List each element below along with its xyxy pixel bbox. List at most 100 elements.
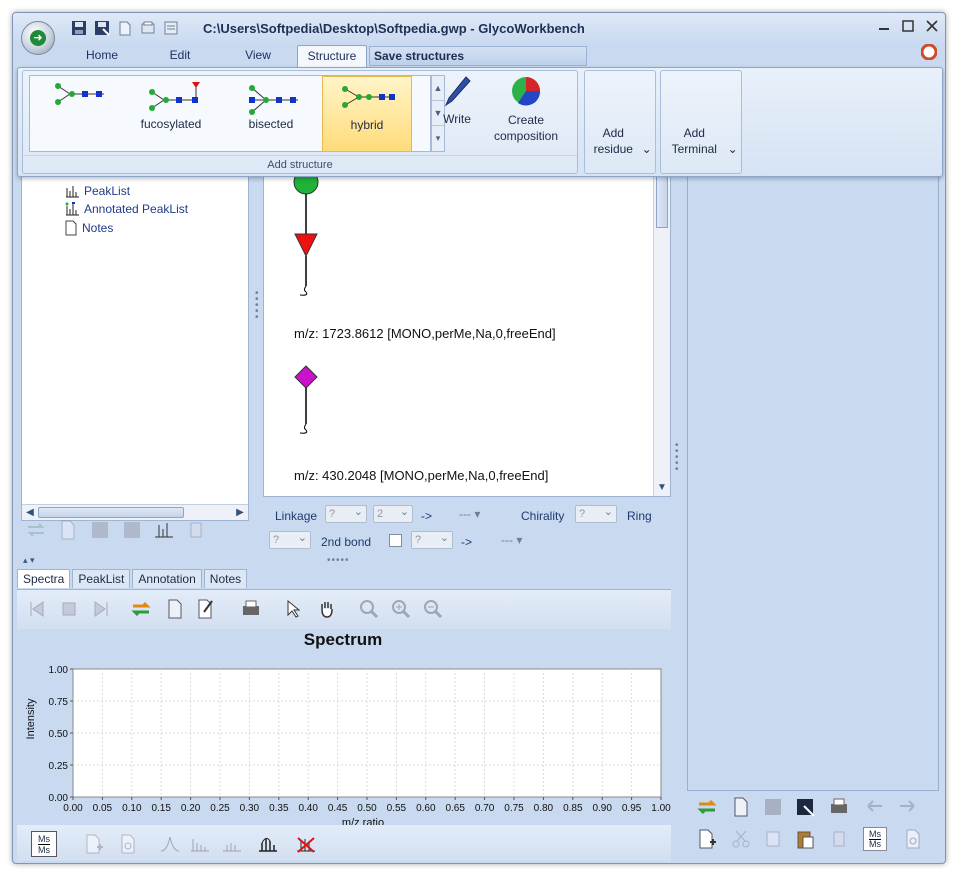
print-preview-icon[interactable] xyxy=(138,18,157,37)
save-as-icon[interactable] xyxy=(793,795,817,819)
refresh-icon[interactable] xyxy=(695,795,719,819)
application-menu-button[interactable]: ➜ xyxy=(21,21,55,55)
sialic-acid-residue[interactable] xyxy=(294,365,318,389)
open-icon[interactable] xyxy=(115,18,134,37)
previous-icon[interactable] xyxy=(25,597,49,621)
tree-item-peaklist[interactable]: PeakList xyxy=(64,184,130,198)
tab-spectra[interactable]: Spectra xyxy=(17,569,71,588)
gallery-item-fucosylated[interactable]: fucosylated xyxy=(126,76,216,152)
preview-icon[interactable] xyxy=(901,827,925,851)
print-icon[interactable] xyxy=(239,597,263,621)
canvas-vertical-scrollbar[interactable]: ▼ xyxy=(653,168,670,496)
zoom-out-icon[interactable] xyxy=(421,597,445,621)
chevron-down-icon[interactable]: ▼ xyxy=(654,480,670,496)
refresh-icon[interactable] xyxy=(25,519,47,541)
scrollbar-thumb[interactable] xyxy=(656,168,668,228)
splitter-handle[interactable]: ••••• xyxy=(255,289,261,323)
msms-icon[interactable]: Ms Ms xyxy=(31,831,57,857)
scrollbar-thumb[interactable] xyxy=(38,507,184,518)
multi-peak-icon[interactable] xyxy=(187,831,213,857)
x-tick-label: 0.75 xyxy=(504,803,524,814)
cut-icon[interactable] xyxy=(729,827,753,851)
zoom-icon[interactable] xyxy=(357,597,381,621)
gallery-item-bisected[interactable]: bisected xyxy=(226,76,316,152)
position-select[interactable]: 2 xyxy=(373,504,413,523)
peak-picking-icon[interactable] xyxy=(255,831,281,857)
second-parent-select[interactable]: --- ▾ xyxy=(501,533,522,547)
tab-annotation[interactable]: Annotation xyxy=(132,569,202,588)
tab-peaklist[interactable]: PeakList xyxy=(72,569,131,588)
tab-edit[interactable]: Edit xyxy=(141,45,219,67)
properties-icon[interactable] xyxy=(161,18,180,37)
maximize-icon[interactable] xyxy=(901,19,915,33)
write-button[interactable]: Write xyxy=(437,75,477,126)
next-icon[interactable] xyxy=(89,597,113,621)
splitter-handle[interactable]: ••••• xyxy=(327,555,350,566)
chirality-select[interactable]: ? xyxy=(575,504,617,523)
tab-structure[interactable]: Structure xyxy=(297,45,367,67)
new-document-icon[interactable] xyxy=(57,519,79,541)
second-bond-checkbox[interactable] xyxy=(389,534,402,547)
msms-icon[interactable]: Ms Ms xyxy=(863,827,887,851)
add-terminal-button[interactable]: Add Terminal ⌄ xyxy=(660,70,742,174)
open-icon[interactable] xyxy=(729,795,753,819)
centroid-peak-icon[interactable] xyxy=(219,831,245,857)
print-icon[interactable] xyxy=(827,795,851,819)
window-title: C:\Users\Softpedia\Desktop\Softpedia.gwp… xyxy=(203,21,585,36)
fucose-residue[interactable] xyxy=(294,233,318,258)
gallery-item-core[interactable] xyxy=(32,76,122,152)
anomer-select[interactable]: ? xyxy=(325,504,367,523)
save-as-icon[interactable] xyxy=(121,519,143,541)
scroll-icon[interactable] xyxy=(185,519,207,541)
tree-horizontal-scrollbar[interactable]: ◀ ▶ xyxy=(22,504,248,520)
tree-item-annotated-peaklist[interactable]: Annotated PeakList xyxy=(64,202,188,216)
hybrid-glycan-icon xyxy=(342,86,395,108)
structure-canvas[interactable]: m/z: 1723.8612 [MONO,perMe,Na,0,freeEnd]… xyxy=(263,167,671,497)
glycan-structures xyxy=(293,169,319,434)
chevron-right-icon[interactable]: ▶ xyxy=(232,505,248,521)
second-bond-label: 2nd bond xyxy=(321,535,372,549)
help-icon[interactable] xyxy=(920,43,938,63)
stop-icon[interactable] xyxy=(57,597,81,621)
paste-icon[interactable] xyxy=(793,827,817,851)
save-icon[interactable] xyxy=(89,519,111,541)
minimize-icon[interactable] xyxy=(877,19,891,33)
redo-icon[interactable] xyxy=(895,795,919,819)
tab-view[interactable]: View xyxy=(219,45,297,67)
pan-hand-icon[interactable] xyxy=(315,597,339,621)
open-icon[interactable] xyxy=(163,597,187,621)
zoom-in-icon[interactable] xyxy=(389,597,413,621)
copy-icon[interactable] xyxy=(761,827,785,851)
add-spectrum-icon[interactable] xyxy=(153,519,175,541)
gallery-expand-icon[interactable]: ▾ xyxy=(432,126,444,151)
new-document-icon[interactable] xyxy=(695,827,719,851)
spectrum-toolbar xyxy=(17,589,671,629)
preview-icon[interactable] xyxy=(115,831,141,857)
tab-notes[interactable]: Notes xyxy=(203,569,248,588)
collapse-arrows-icon[interactable]: ▴ ▾ xyxy=(23,555,35,566)
tab-home[interactable]: Home xyxy=(63,45,141,67)
refresh-icon[interactable] xyxy=(129,597,153,621)
tree-item-notes[interactable]: Notes xyxy=(64,220,113,236)
remove-peaks-icon[interactable] xyxy=(293,831,319,857)
undo-icon[interactable] xyxy=(863,795,887,819)
msms-top: Ms xyxy=(869,828,881,839)
x-tick-label: 0.10 xyxy=(122,803,142,814)
parent-select[interactable]: --- ▾ xyxy=(459,507,480,521)
ribbon-panel: fucosylated bisected hybrid ▲ ▼ ▾ Write … xyxy=(17,67,943,177)
add-residue-button[interactable]: Add residue ⌄ xyxy=(584,70,656,174)
create-composition-button[interactable]: Create composition xyxy=(483,75,569,144)
save-as-icon[interactable] xyxy=(92,18,111,37)
splitter-handle[interactable]: ••••• xyxy=(675,441,681,475)
save-icon[interactable] xyxy=(69,18,88,37)
gaussian-peak-icon[interactable] xyxy=(157,831,183,857)
new-document-icon[interactable] xyxy=(81,831,107,857)
scroll-icon[interactable] xyxy=(827,827,851,851)
close-icon[interactable] xyxy=(925,19,939,33)
second-bond-position-select[interactable]: ? xyxy=(411,530,453,549)
save-icon[interactable] xyxy=(761,795,785,819)
edit-document-icon[interactable] xyxy=(193,597,217,621)
ring-select[interactable]: ? xyxy=(269,530,311,549)
pointer-icon[interactable] xyxy=(281,597,305,621)
gallery-item-hybrid[interactable]: hybrid xyxy=(322,76,412,152)
